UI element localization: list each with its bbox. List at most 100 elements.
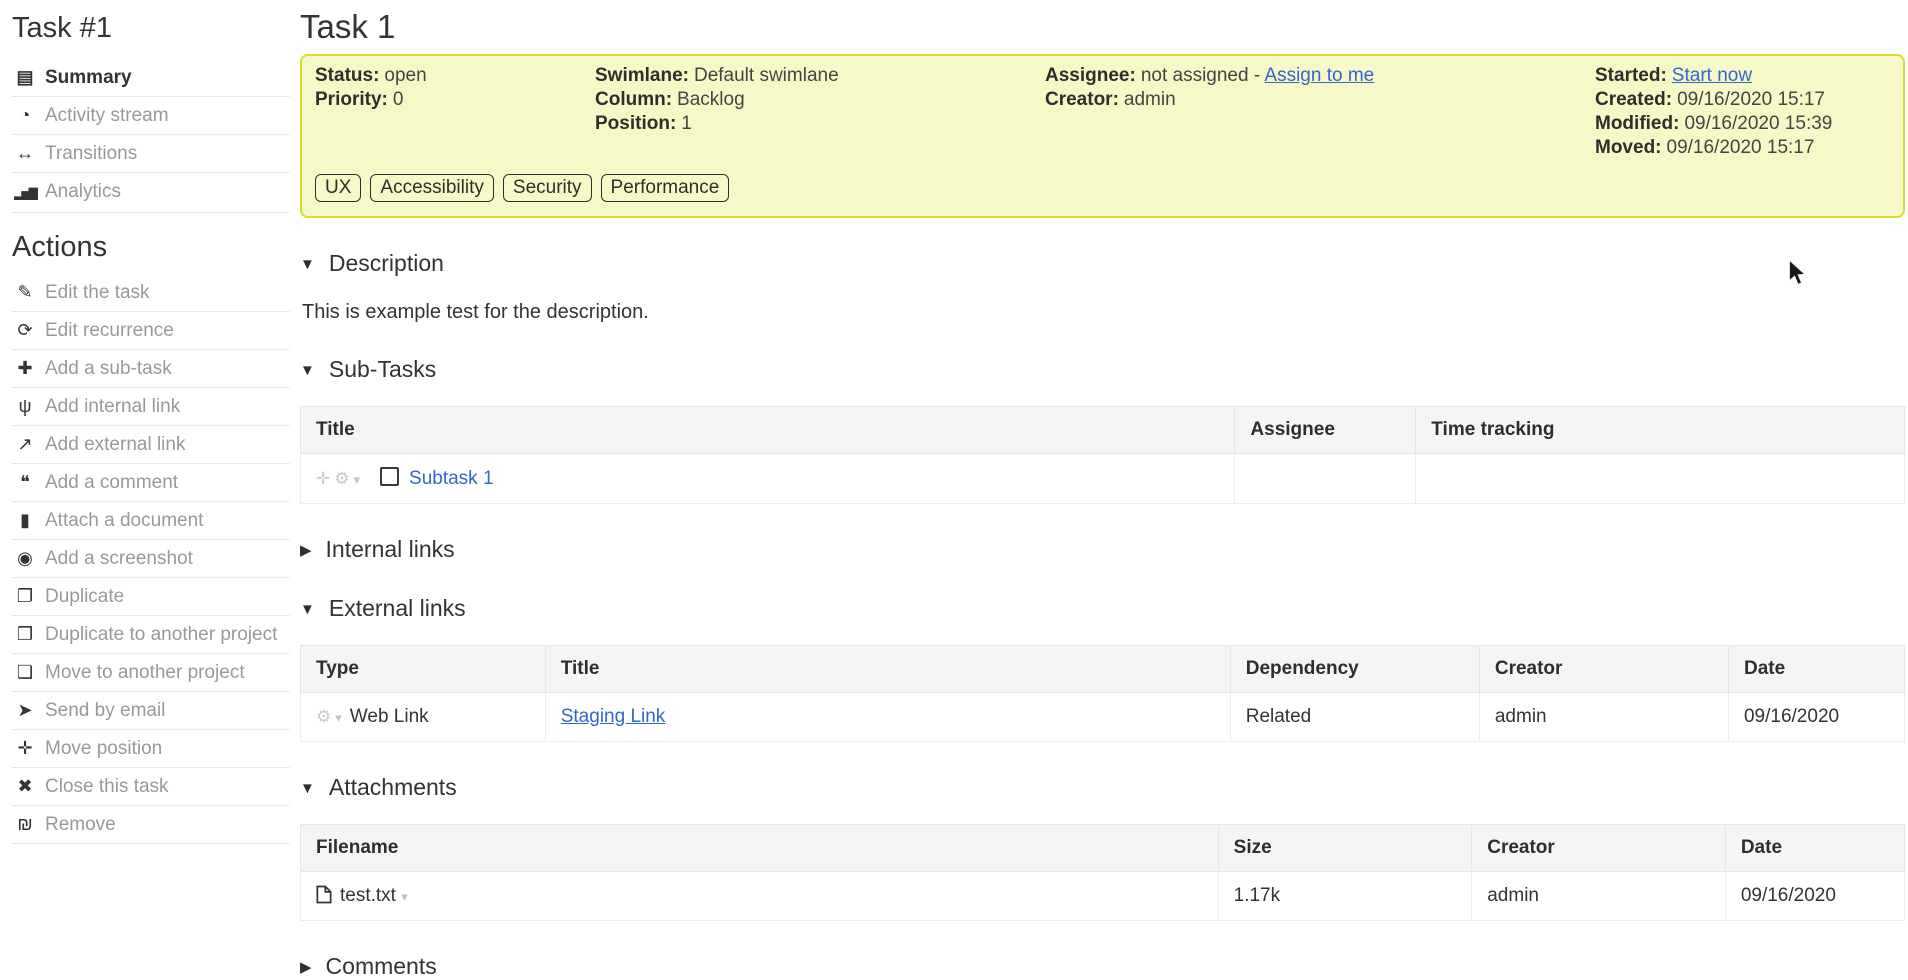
action-label: Add external link (45, 434, 185, 455)
action-edit-task[interactable]: ✎ Edit the task (12, 274, 290, 312)
external-link-title[interactable]: Staging Link (561, 706, 666, 727)
section-header-description[interactable]: ▼ Description (300, 250, 1905, 277)
recurrence-icon: ⟳ (12, 318, 38, 343)
swimlane-label: Swimlane: (595, 65, 689, 86)
action-close-task[interactable]: ✖ Close this task (12, 768, 290, 806)
action-add-subtask[interactable]: ✚ Add a sub-task (12, 350, 290, 388)
column-header: Assignee (1235, 407, 1416, 454)
modified-value: 09/16/2020 15:39 (1684, 113, 1832, 134)
action-label: Move position (45, 738, 162, 759)
move-project-icon: ❏ (12, 660, 38, 685)
section-title: Attachments (329, 774, 457, 800)
attachment-menu-caret-icon[interactable]: ▾ (401, 889, 408, 904)
section-header-internal-links[interactable]: ▶Internal links (300, 536, 1905, 563)
sidebar-item-transitions[interactable]: ↔Transitions (12, 135, 290, 173)
assign-to-me-link[interactable]: Assign to me (1264, 65, 1374, 86)
column-header: Title (301, 407, 1235, 454)
action-add-screenshot[interactable]: ◉Add a screenshot (12, 540, 290, 578)
action-label: Add internal link (45, 396, 180, 417)
section-header-subtasks[interactable]: ▼Sub-Tasks (300, 356, 1905, 383)
attachment-creator: admin (1472, 872, 1726, 921)
action-label: Edit recurrence (45, 320, 174, 341)
subtask-status-checkbox[interactable] (380, 467, 399, 486)
task-summary-card: Status:open Priority:0 Swimlane:Default … (300, 54, 1905, 218)
kanboard-task-page: Task #1 ▤Summary ◔Activity stream ↔Trans… (0, 0, 1908, 980)
section-title: Sub-Tasks (329, 356, 436, 382)
external-link-creator: admin (1479, 693, 1728, 742)
sidebar-item-summary[interactable]: ▤Summary (12, 59, 290, 97)
bar-chart-icon: ▂▅▇ (12, 181, 38, 206)
action-label: Add a sub-task (45, 358, 172, 379)
action-move-to-project[interactable]: ❏Move to another project (12, 654, 290, 692)
action-duplicate[interactable]: ❐Duplicate (12, 578, 290, 616)
subtasks-table: Title Assignee Time tracking ✛⚙▾Subtask … (300, 406, 1905, 504)
send-email-icon: ➤ (12, 698, 38, 723)
task-detail-main: Task 1 Status:open Priority:0 Swimlane:D… (290, 0, 1908, 980)
sidebar-item-label: Transitions (45, 143, 137, 164)
section-header-attachments[interactable]: ▼ Attachments (300, 774, 1905, 801)
external-link-dependency: Related (1230, 693, 1479, 742)
close-task-icon: ✖ (12, 774, 38, 799)
external-link-row: ⚙▾Web Link Staging Link Related admin 09… (301, 693, 1905, 742)
started-label: Started: (1595, 65, 1667, 86)
column-header: Title (545, 646, 1230, 693)
attachment-size: 1.17k (1218, 872, 1472, 921)
action-add-internal-link[interactable]: ψAdd internal link (12, 388, 290, 426)
tag-badge: Performance (601, 174, 730, 202)
created-label: Created: (1595, 89, 1672, 110)
caret-down-icon: ▾ (335, 710, 342, 725)
action-add-external-link[interactable]: ↗Add external link (12, 426, 290, 464)
action-label: Close this task (45, 776, 169, 797)
sidebar-item-label: Analytics (45, 181, 121, 202)
sidebar-item-label: Activity stream (45, 105, 169, 126)
drag-handle-icon[interactable]: ✛ (316, 469, 330, 488)
action-duplicate-to-project[interactable]: ❒Duplicate to another project (12, 616, 290, 654)
actions-heading: Actions (12, 231, 290, 264)
action-move-position[interactable]: ✛Move position (12, 730, 290, 768)
summary-col-status: Status:open Priority:0 (315, 64, 595, 160)
external-link-date: 09/16/2020 (1728, 693, 1904, 742)
action-label: Edit the task (45, 282, 150, 303)
plus-icon: ✚ (12, 356, 38, 381)
section-header-external-links[interactable]: ▼External links (300, 595, 1905, 622)
status-value: open (384, 65, 426, 86)
tag-badge: Security (503, 174, 592, 202)
action-label: Add a comment (45, 472, 178, 493)
summary-col-dates: Started:Start now Created:09/16/2020 15:… (1595, 64, 1889, 160)
modified-label: Modified: (1595, 113, 1679, 134)
column-header: Creator (1479, 646, 1728, 693)
column-header: Size (1218, 825, 1472, 872)
action-add-comment[interactable]: ❝Add a comment (12, 464, 290, 502)
action-label: Remove (45, 814, 116, 835)
subtask-link[interactable]: Subtask 1 (409, 468, 494, 489)
edit-icon: ✎ (12, 280, 38, 305)
row-actions-gear-icon[interactable]: ⚙ (334, 469, 349, 488)
sidebar-item-analytics[interactable]: ▂▅▇ Analytics (12, 173, 290, 213)
description-text: This is example test for the description… (302, 301, 1905, 324)
section-title: Description (329, 250, 444, 276)
action-edit-recurrence[interactable]: ⟳ Edit recurrence (12, 312, 290, 350)
action-send-by-email[interactable]: ➤Send by email (12, 692, 290, 730)
sidebar-task-heading: Task #1 (12, 12, 290, 45)
newspaper-icon: ▤ (12, 65, 38, 90)
action-remove[interactable]: ₪Remove (12, 806, 290, 844)
created-value: 09/16/2020 15:17 (1677, 89, 1825, 110)
row-actions-gear-icon[interactable]: ⚙ (316, 707, 331, 726)
moved-label: Moved: (1595, 137, 1662, 158)
copy-icon: ❐ (12, 584, 38, 609)
column-header: Date (1725, 825, 1904, 872)
summary-col-people: Assignee:not assigned - Assign to me Cre… (1045, 64, 1595, 160)
caret-down-icon: ▾ (354, 472, 361, 487)
collapse-triangle-icon: ▼ (300, 256, 315, 273)
column-header: Filename (301, 825, 1219, 872)
tag-badge: UX (315, 174, 361, 202)
action-attach-document[interactable]: ▮Attach a document (12, 502, 290, 540)
section-header-comments[interactable]: ▶Comments (300, 953, 1905, 980)
column-label: Column: (595, 89, 672, 110)
collapse-triangle-icon: ▼ (300, 780, 315, 797)
task-view-menu: ▤Summary ◔Activity stream ↔Transitions ▂… (12, 59, 290, 213)
start-now-link[interactable]: Start now (1672, 65, 1752, 86)
collapse-triangle-icon: ▼ (300, 601, 315, 618)
sidebar-item-activity-stream[interactable]: ◔Activity stream (12, 97, 290, 135)
document-icon: ▮ (12, 508, 38, 533)
